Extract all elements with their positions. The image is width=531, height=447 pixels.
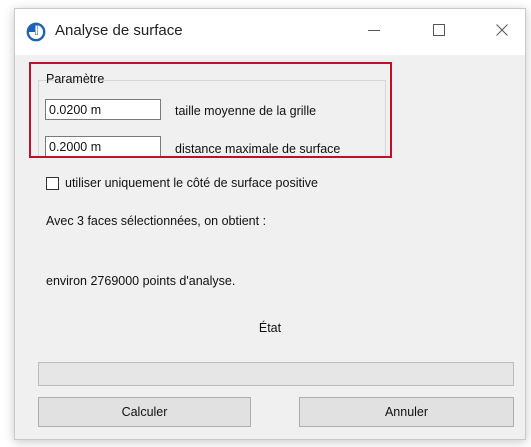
progress-bar [38,362,514,386]
faces-info-text: Avec 3 faces sélectionnées, on obtient : [46,214,267,228]
window-title: Analyse de surface [55,22,183,39]
close-icon [496,23,508,41]
maximize-button[interactable] [416,9,462,55]
surface-analysis-icon [26,22,46,42]
maximize-icon [433,23,445,41]
cancel-button[interactable]: Annuler [299,397,514,427]
status-label: État [258,321,282,335]
points-info-text: environ 2769000 points d'analyse. [46,274,236,288]
positive-side-checkbox-label[interactable]: utiliser uniquement le côté de surface p… [65,176,318,190]
title-bar: Analyse de surface [15,9,525,55]
minimize-icon [368,23,380,41]
highlight-annotation [29,62,392,158]
close-button[interactable] [479,9,525,55]
dialog-window: Analyse de surface Paramètre taille moye… [14,8,526,440]
calculate-button[interactable]: Calculer [38,397,251,427]
dialog-content: Paramètre taille moyenne de la grille di… [15,55,525,439]
minimize-button[interactable] [351,9,397,55]
positive-side-checkbox[interactable] [46,177,59,190]
